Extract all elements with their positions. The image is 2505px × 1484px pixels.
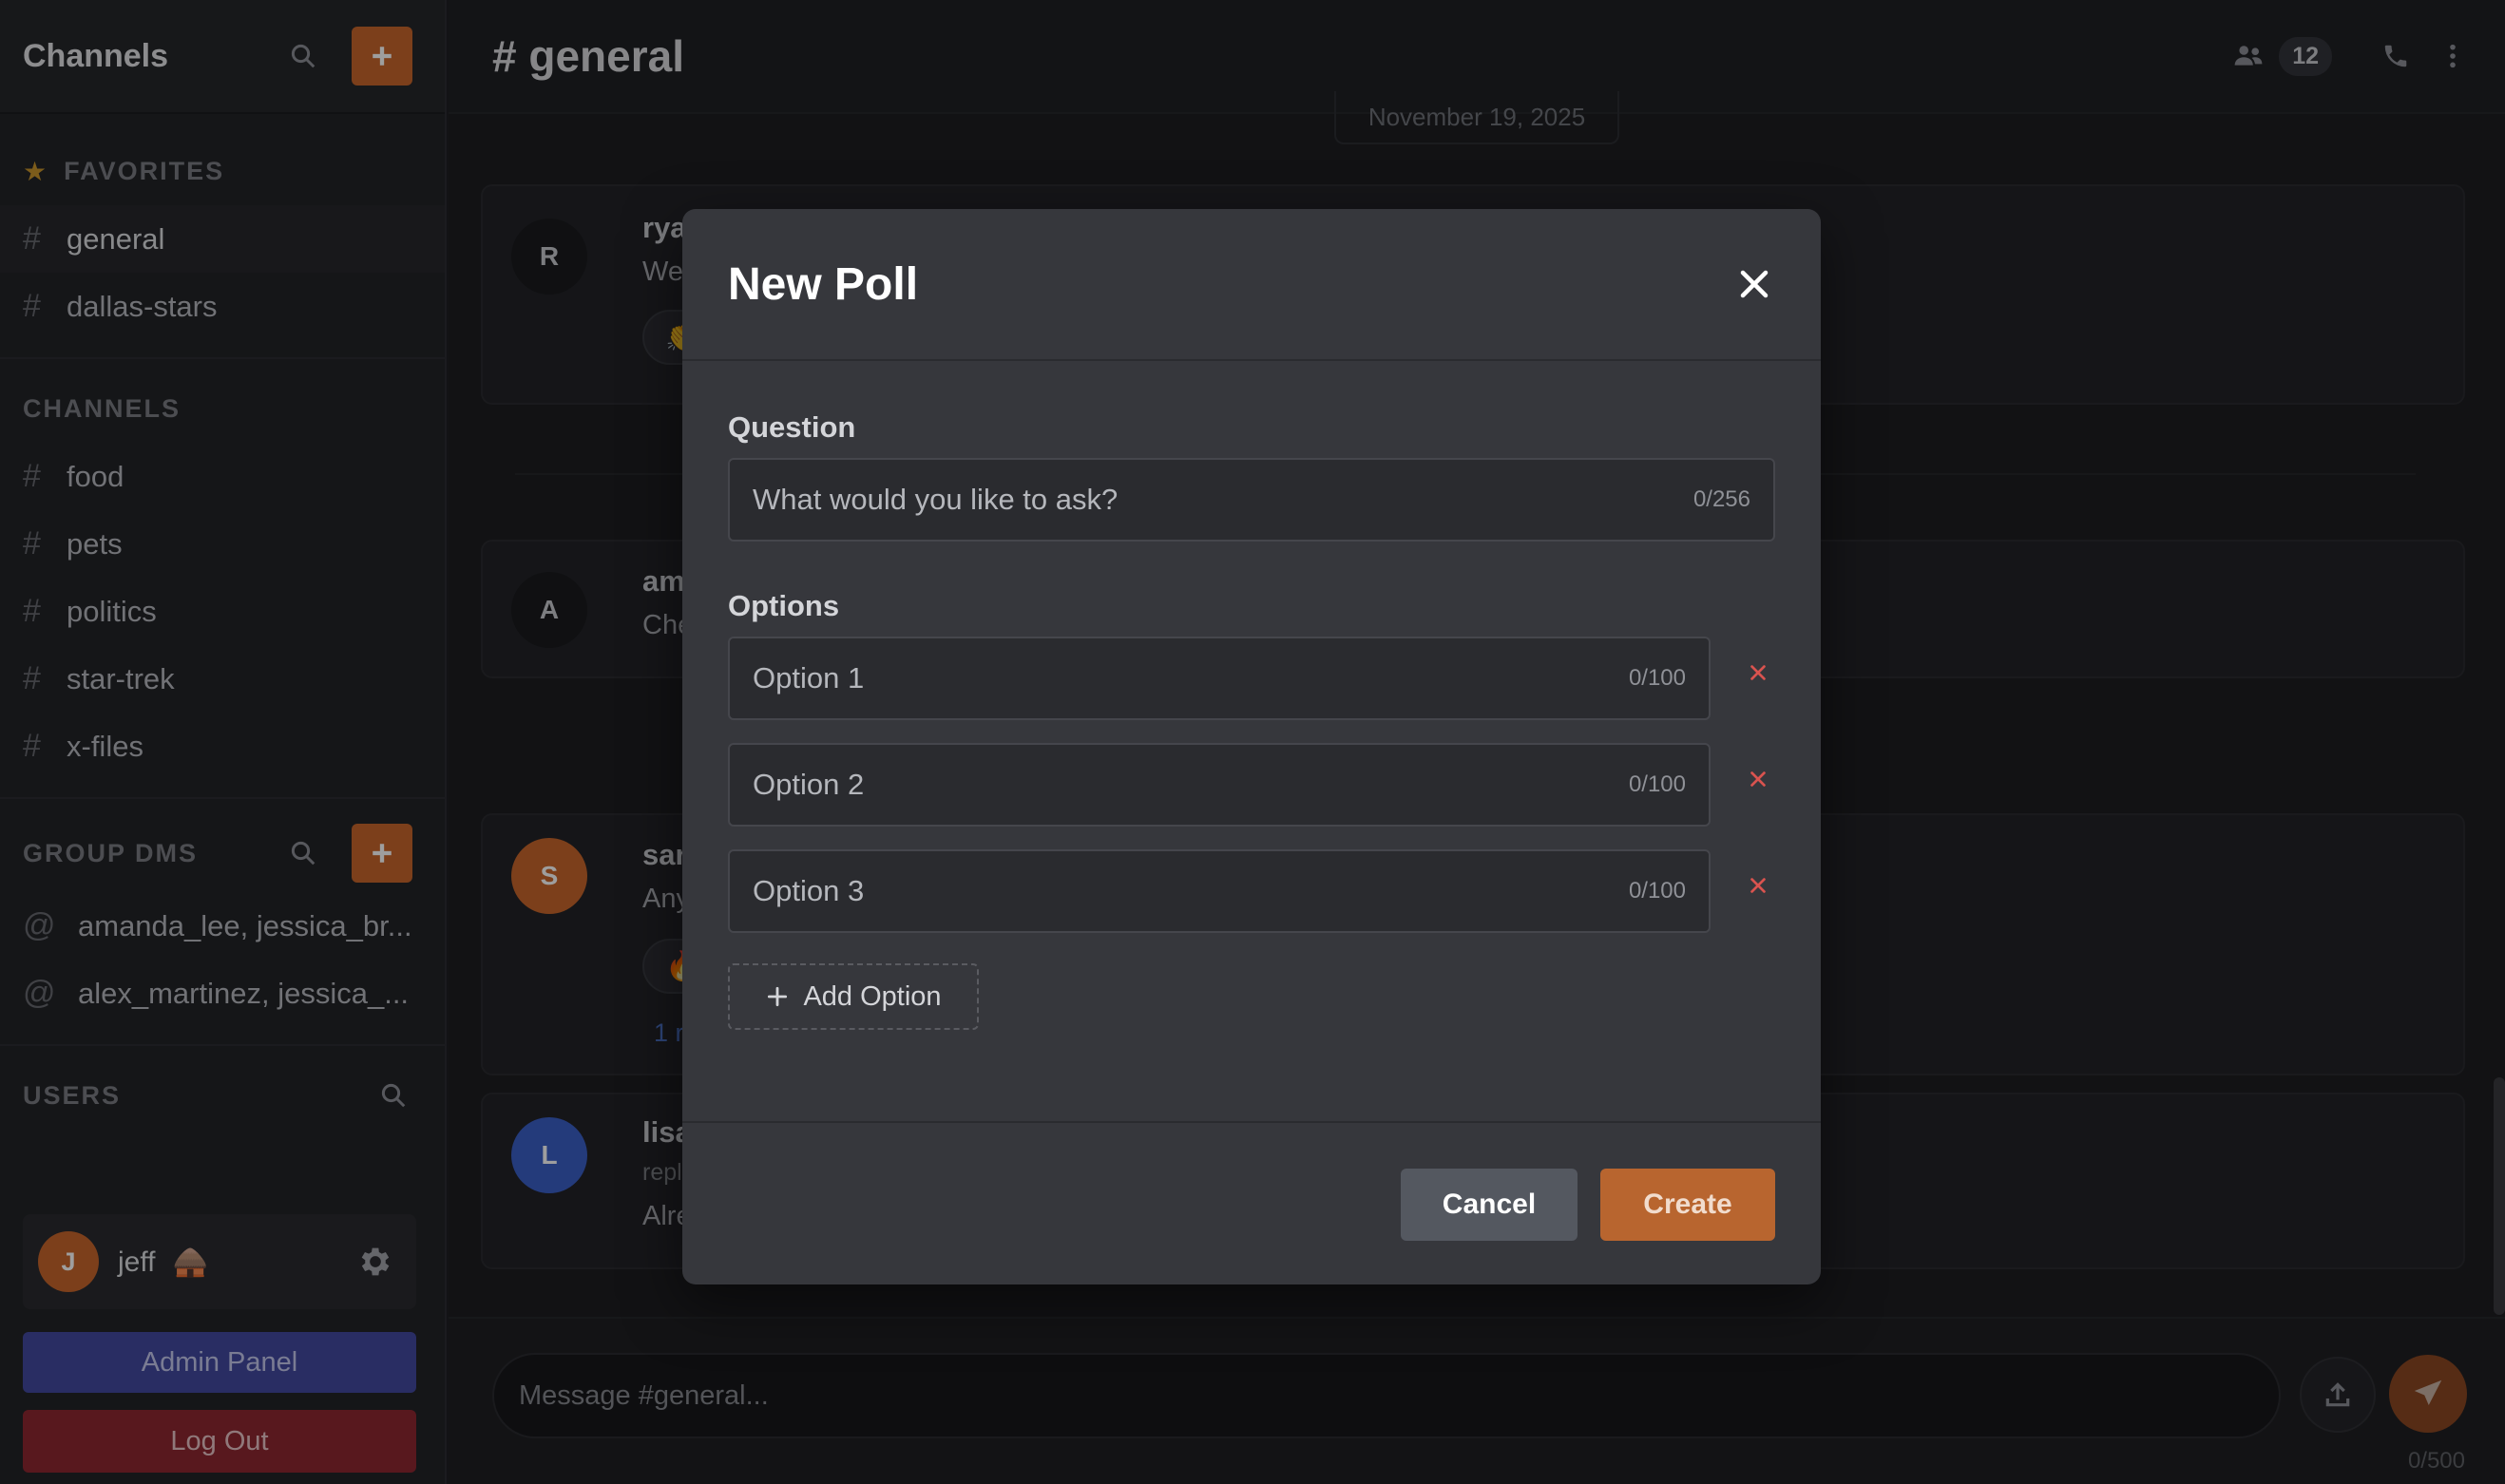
add-option-button[interactable]: Add Option [728,963,979,1030]
remove-option-icon[interactable] [1737,865,1779,906]
character-count: 0/256 [1692,486,1750,512]
options-label: Options [728,589,840,622]
question-label: Question [728,410,856,444]
remove-option-icon[interactable] [1737,758,1779,800]
remove-option-icon[interactable] [1737,652,1779,694]
close-icon[interactable] [1726,256,1783,313]
dialog-title: New Poll [728,258,919,310]
character-count: 0/100 [1628,878,1686,904]
character-count: 0/100 [1628,665,1686,691]
dialog-header: New Poll [682,209,1821,361]
cancel-button[interactable]: Cancel [1401,1169,1578,1241]
create-button[interactable]: Create [1600,1169,1775,1241]
character-count: 0/100 [1628,771,1686,797]
plus-icon [768,986,788,1007]
option-input-3[interactable]: Option 3 0/100 [728,849,1711,933]
dialog-footer: Cancel Create [682,1121,1821,1284]
option-input-2[interactable]: Option 2 0/100 [728,743,1711,827]
new-poll-dialog: New Poll Question What would you like to… [682,209,1821,1284]
option-input-1[interactable]: Option 1 0/100 [728,637,1711,720]
question-input[interactable]: What would you like to ask? 0/256 [728,458,1775,542]
